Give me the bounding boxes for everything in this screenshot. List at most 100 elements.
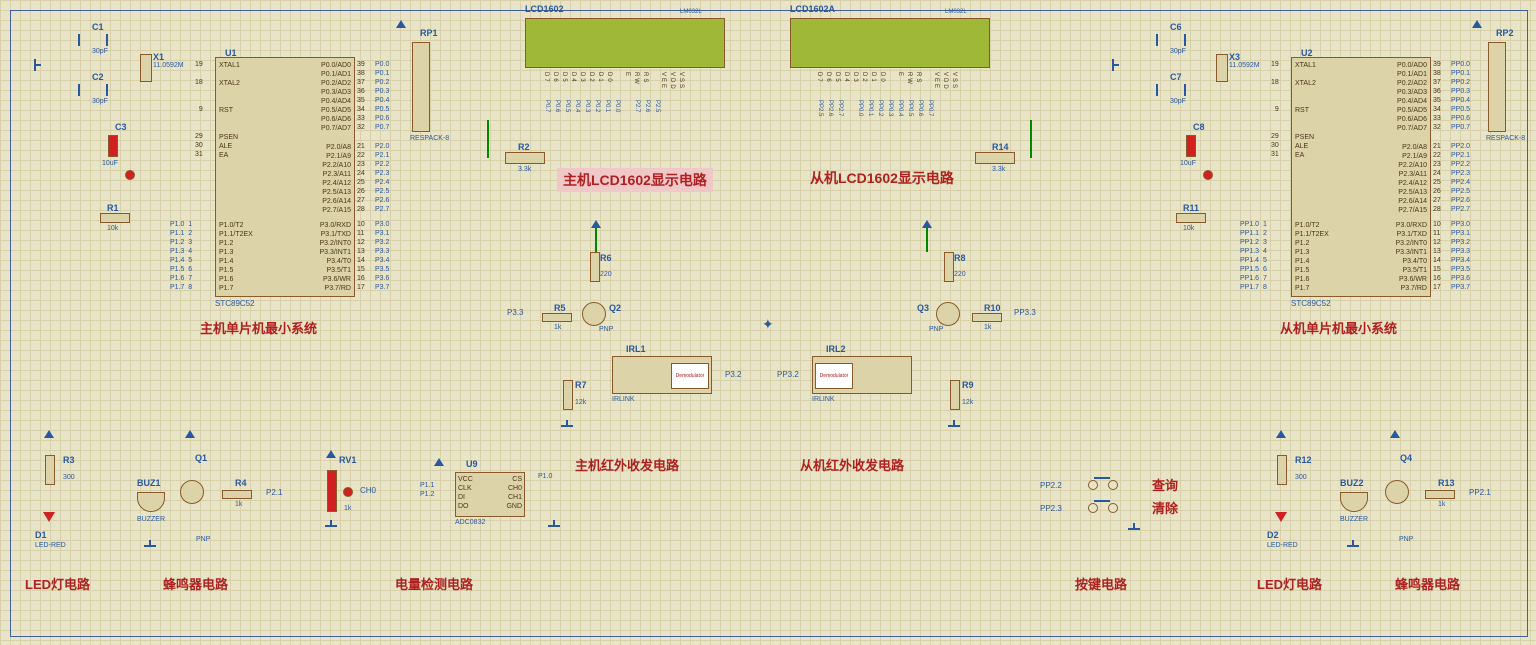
d1-ref: D1 [35,530,47,540]
c3-body [108,135,118,157]
r13-val: 1k [1438,501,1445,508]
reset-node-s [1203,170,1213,180]
ir-s-caption: 从机红外收发电路 [800,455,904,474]
c7-ref: C7 [1170,72,1182,82]
gnd-ir-m [561,420,573,430]
c2-ref: C2 [92,72,104,82]
u1-p3: P3.0/RXD P3.1/TXD P3.2/INT0 P3.3/INT1 P3… [319,221,351,293]
lcd1-nets: P2.5 P2.6 P2.7 P0.0 P0.1 P0.2 P0.3 P0.4 … [542,100,702,112]
c3-ref: C3 [115,122,127,132]
r12-val: 300 [1295,474,1307,481]
r6-body [590,252,600,282]
btn-net1: PP2.2 [1040,481,1062,490]
rp2-body [1488,42,1506,132]
lcd1-model: LM032L [680,9,702,15]
pp32-net: PP3.2 [777,370,799,379]
c2-body [78,84,108,96]
u1-p0: P0.0/AD0 P0.1/AD1 P0.2/AD2 P0.3/AD3 P0.4… [321,61,351,133]
r8-val: 220 [954,271,966,278]
c8-val: 10uF [1180,160,1196,167]
wire-r8 [926,228,928,252]
irl2-demod: Demodulator [815,363,853,389]
r5-body [542,313,572,322]
r10-val: 1k [984,324,991,331]
u1-part: STC89C52 [215,299,255,308]
c8-body [1186,135,1196,157]
r9-val: 12k [962,399,973,406]
gnd-caps-m [31,59,41,71]
u9-left: VCCCLKDIDO [458,475,473,511]
lcd1-pins: VSS VDD VEE RS RW E D0 D1 D2 D3 D4 D5 D6… [542,72,686,91]
gnd-ir-s [948,420,960,430]
r5-val: 1k [554,324,561,331]
r14-body [975,152,1015,164]
ir-m-caption: 主机红外收发电路 [575,455,679,474]
wire-r14-down [1030,120,1032,158]
r9-ref: R9 [962,380,974,390]
ir-s-pwr [922,220,932,228]
r8-ref: R8 [954,253,966,263]
u1-p3-nets: P3.0 P3.1 P3.2 P3.3 P3.4 P3.5 P3.6 P3.7 [375,220,389,292]
q1-body [180,480,204,504]
u9-pwr [434,458,444,466]
u1-left-pins: XTAL1XTAL2RSTPSENALEEA [219,61,240,160]
buz1-ref: BUZ1 [137,478,161,488]
u9-gnd [548,520,560,530]
buz1-caption: 蜂鸣器电路 [163,574,228,593]
btn-net2: PP2.3 [1040,504,1062,513]
c6-ref: C6 [1170,22,1182,32]
c7-val: 30pF [1170,98,1186,105]
q1-type: PNP [196,536,210,543]
buz2-pwr [1390,430,1400,438]
btn1-sw [1094,477,1110,479]
r5-ref: R5 [554,303,566,313]
buz2-ref: BUZ2 [1340,478,1364,488]
lcd2-body [790,18,990,68]
buz1-net: P2.1 [266,488,282,497]
q3-type: PNP [929,326,943,333]
rp1-power [396,20,406,28]
gnd-caps-s [1109,59,1119,71]
r1-ref: R1 [107,203,119,213]
r10-body [972,313,1002,322]
d1-body [43,512,55,522]
led1-pwr [44,430,54,438]
r13-ref: R13 [1438,478,1455,488]
rp2-power [1472,20,1482,28]
u2-p1-nets: PP1.0 1 PP1.1 2 PP1.2 3 PP1.3 4 PP1.4 5 … [1240,220,1267,292]
btn1-b [1108,480,1118,490]
irl1-part: IRLINK [612,396,635,403]
rp1-body [412,42,430,132]
irl2-ref: IRL2 [826,344,846,354]
c1-ref: C1 [92,22,104,32]
irl1-ref: IRL1 [626,344,646,354]
buz2-caption: 蜂鸣器电路 [1395,574,1460,593]
u2-p3: P3.0/RXD P3.1/TXD P3.2/INT0 P3.3/INT1 P3… [1395,221,1427,293]
r2-body [505,152,545,164]
irl1-body: Demodulator [612,356,712,394]
x1-val: 11.0592M [153,62,184,69]
c7-body [1156,84,1186,96]
u9-right: CSCH0CH1GND [506,475,522,511]
c8-ref: C8 [1193,122,1205,132]
x1-ref: X1 [153,52,164,62]
u2-p1: P1.0/T2 P1.1/T2EX P1.2 P1.3 P1.4 P1.5 P1… [1295,221,1329,293]
r12-body [1277,455,1287,485]
wire-r2-down [487,120,489,158]
irl2-part: IRLINK [812,396,835,403]
buz1-pwr [185,430,195,438]
irl2-body: Demodulator [812,356,912,394]
c3-val: 10uF [102,160,118,167]
btn2-label: 清除 [1152,498,1178,517]
u2-left-nums: 19 18 9 29 30 31 [1271,60,1279,159]
btn2-b [1108,503,1118,513]
rv1-body [327,470,337,512]
slave-mcu-caption: 从机单片机最小系统 [1280,318,1397,337]
q3-ref: Q3 [917,303,929,313]
p33-net: P3.3 [507,308,523,317]
schematic-canvas[interactable]: ✦ LCD1602 LM032L VSS VDD VEE RS RW E D0 … [0,0,1536,645]
origin-marker: ✦ [762,316,774,333]
rv1-gnd [325,520,337,530]
lcd1-body [525,18,725,68]
r3-val: 300 [63,474,75,481]
